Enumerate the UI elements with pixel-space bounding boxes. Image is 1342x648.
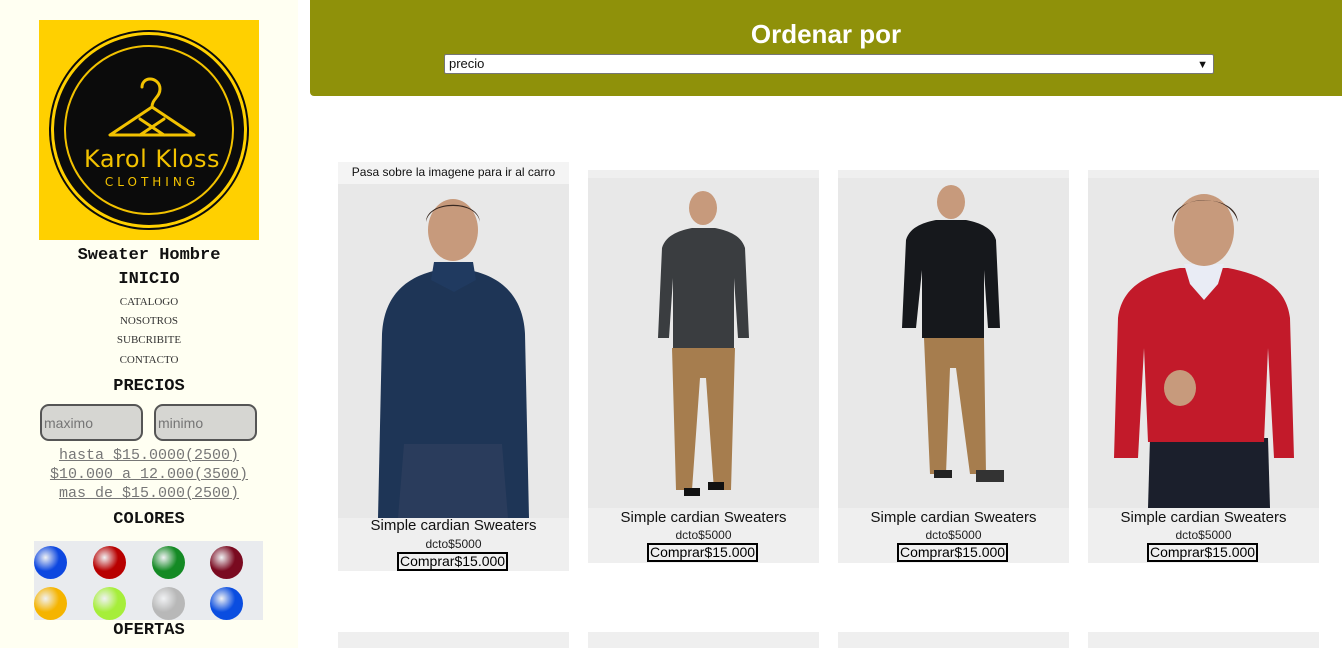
color-swatch[interactable] bbox=[152, 546, 185, 579]
product-image[interactable] bbox=[838, 178, 1069, 508]
nav-item-catalogo[interactable]: CATALOGO bbox=[0, 296, 298, 308]
page-heading: Sweater Hombre bbox=[77, 246, 221, 265]
product-discount: dcto$5000 bbox=[1175, 528, 1232, 542]
nav-item-nosotros[interactable]: NOSOTROS bbox=[0, 315, 298, 327]
sort-selected-value: precio bbox=[449, 56, 485, 71]
product-photo bbox=[338, 184, 569, 518]
color-swatch[interactable] bbox=[34, 546, 67, 579]
product-card[interactable] bbox=[838, 632, 1069, 648]
buy-button[interactable]: Comprar$15.000 bbox=[897, 543, 1009, 562]
product-card[interactable] bbox=[1088, 632, 1319, 648]
color-swatch[interactable] bbox=[210, 546, 243, 579]
price-min-input[interactable] bbox=[154, 404, 257, 441]
color-swatch[interactable] bbox=[210, 587, 243, 620]
product-discount: dcto$5000 bbox=[925, 528, 982, 542]
price-range-link[interactable]: mas de $15.000(2500) bbox=[0, 485, 298, 502]
nav-item-contacto[interactable]: CONTACTO bbox=[0, 354, 298, 366]
product-image[interactable] bbox=[1088, 178, 1319, 508]
product-name: Simple cardian Sweaters bbox=[620, 509, 787, 526]
nav-home-link[interactable]: INICIO bbox=[0, 270, 298, 289]
product-card[interactable]: Pasa sobre la imagene para ir al carro S… bbox=[338, 162, 569, 571]
color-swatch[interactable] bbox=[93, 546, 126, 579]
product-image[interactable] bbox=[338, 184, 569, 518]
buy-button[interactable]: Comprar$15.000 bbox=[1147, 543, 1259, 562]
price-range-link[interactable]: $10.000 a 12.000(3500) bbox=[0, 466, 298, 483]
product-discount: dcto$5000 bbox=[425, 537, 482, 551]
product-card[interactable] bbox=[588, 632, 819, 648]
product-photo bbox=[838, 178, 1069, 508]
sidebar: Karol Kloss CLOTHING Sweater Hombre INIC… bbox=[0, 0, 298, 648]
sort-select[interactable]: precio ▼ bbox=[444, 54, 1214, 74]
offers-heading[interactable]: OFERTAS bbox=[0, 621, 298, 640]
logo-tagline: CLOTHING bbox=[104, 175, 200, 189]
colors-heading: COLORES bbox=[113, 510, 185, 529]
product-card[interactable]: Simple cardian Sweaters dcto$5000 Compra… bbox=[1088, 170, 1319, 563]
product-card[interactable]: Simple cardian Sweaters dcto$5000 Compra… bbox=[588, 170, 819, 563]
buy-button[interactable]: Comprar$15.000 bbox=[647, 543, 759, 562]
sort-bar: Ordenar por precio ▼ bbox=[310, 0, 1342, 96]
product-card[interactable] bbox=[338, 632, 569, 648]
product-photo bbox=[588, 178, 819, 508]
product-photo bbox=[1088, 178, 1319, 508]
price-max-input[interactable] bbox=[40, 404, 143, 441]
price-range-link[interactable]: hasta $15.0000(2500) bbox=[0, 447, 298, 464]
color-swatch[interactable] bbox=[34, 587, 67, 620]
color-swatches bbox=[34, 541, 263, 620]
nav-item-subcribite[interactable]: SUBCRIBITE bbox=[0, 334, 298, 346]
prices-heading: PRECIOS bbox=[113, 377, 185, 396]
product-name: Simple cardian Sweaters bbox=[870, 509, 1037, 526]
sort-title: Ordenar por bbox=[750, 19, 902, 49]
cart-hint: Pasa sobre la imagene para ir al carro bbox=[338, 162, 569, 184]
color-swatch[interactable] bbox=[152, 587, 185, 620]
product-name: Simple cardian Sweaters bbox=[1120, 509, 1287, 526]
product-image[interactable] bbox=[588, 178, 819, 508]
product-discount: dcto$5000 bbox=[675, 528, 732, 542]
color-swatch[interactable] bbox=[93, 587, 126, 620]
chevron-down-icon: ▼ bbox=[1197, 59, 1208, 71]
logo-brand-text: Karol Kloss bbox=[84, 145, 220, 173]
buy-button[interactable]: Comprar$15.000 bbox=[397, 552, 509, 571]
brand-logo[interactable]: Karol Kloss CLOTHING bbox=[39, 20, 259, 240]
product-name: Simple cardian Sweaters bbox=[370, 517, 537, 534]
product-card[interactable]: Simple cardian Sweaters dcto$5000 Compra… bbox=[838, 170, 1069, 563]
hanger-icon bbox=[108, 77, 196, 137]
logo-badge: Karol Kloss CLOTHING bbox=[51, 32, 247, 228]
